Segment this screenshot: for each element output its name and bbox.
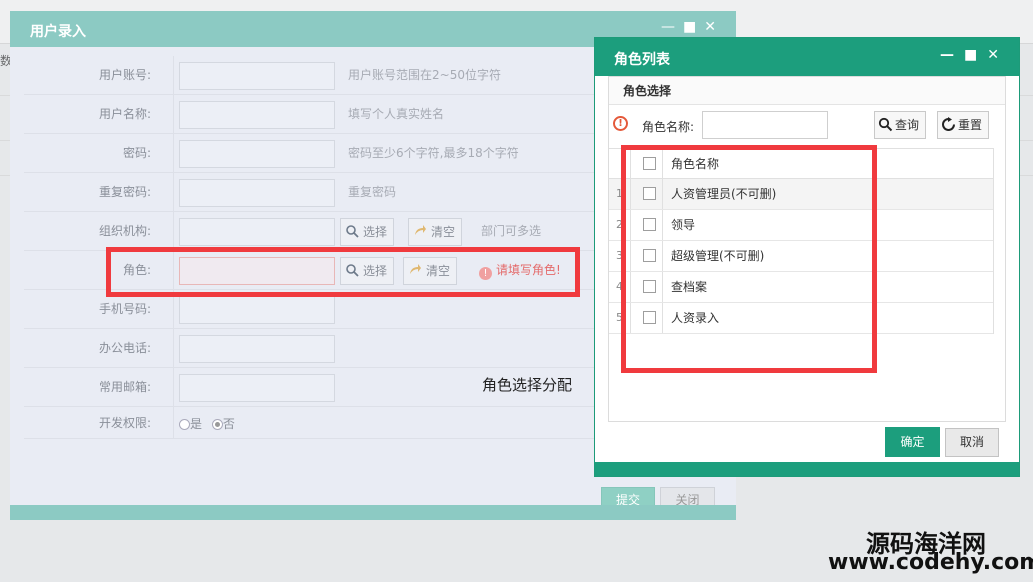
field-hint: 用户账号范围在2~50位字符 xyxy=(348,68,501,82)
dev-permission-radios: 是 否 xyxy=(179,415,235,432)
search-label: 角色名称: xyxy=(642,120,695,134)
annotation-text: 角色选择分配 xyxy=(482,376,573,394)
radio-label: 否 xyxy=(222,417,235,431)
field-hint: 填写个人真实姓名 xyxy=(348,107,445,121)
field-label: 开发权限: xyxy=(24,407,174,439)
minimize-icon[interactable]: — xyxy=(940,47,954,63)
alert-icon: ! xyxy=(613,116,628,131)
password-input[interactable] xyxy=(179,140,335,168)
field-row-account: 用户账号: 用户账号范围在2~50位字符 xyxy=(24,56,644,95)
confirm-button[interactable]: 确定 xyxy=(885,427,940,457)
refresh-icon xyxy=(942,117,955,131)
field-row-dev-permission: 开发权限: 是 否 xyxy=(24,407,644,439)
close-icon[interactable]: ✕ xyxy=(987,47,999,63)
role-dialog-bottom-bar xyxy=(595,462,1019,476)
field-row-username: 用户名称: 填写个人真实姓名 xyxy=(24,95,644,134)
field-hint: 密码至少6个字符,最多18个字符 xyxy=(348,146,519,160)
search-icon xyxy=(346,225,359,238)
maximize-icon[interactable]: ■ xyxy=(964,47,977,63)
maximize-icon[interactable]: ■ xyxy=(683,19,696,35)
button-label: 选择 xyxy=(363,225,388,239)
user-dialog-title: 用户录入 xyxy=(30,24,86,40)
field-row-password: 密码: 密码至少6个字符,最多18个字符 xyxy=(24,134,644,173)
account-input[interactable] xyxy=(179,62,335,90)
office-phone-input[interactable] xyxy=(179,335,335,363)
field-hint: 重复密码 xyxy=(348,185,397,199)
repeat-password-input[interactable] xyxy=(179,179,335,207)
role-dialog-titlebar: 角色列表 — ■ ✕ xyxy=(595,38,1019,76)
query-button[interactable]: 查询 xyxy=(874,111,927,139)
radio-no[interactable] xyxy=(211,419,223,430)
button-label: 查询 xyxy=(895,118,920,132)
button-label: 重置 xyxy=(958,118,983,132)
role-dialog-title: 角色列表 xyxy=(614,52,670,68)
panel-title: 角色选择 xyxy=(609,77,1005,105)
field-row-repeat-password: 重复密码: 重复密码 xyxy=(24,173,644,212)
field-label: 密码: xyxy=(24,134,174,173)
grid-right-border xyxy=(993,148,994,334)
mobile-input[interactable] xyxy=(179,296,335,324)
field-label: 常用邮箱: xyxy=(24,368,174,407)
organization-input[interactable] xyxy=(179,218,335,246)
role-name-search-input[interactable] xyxy=(702,111,828,139)
email-input[interactable] xyxy=(179,374,335,402)
field-row-office-phone: 办公电话: xyxy=(24,329,644,368)
role-row-highlight xyxy=(106,247,580,297)
username-input[interactable] xyxy=(179,101,335,129)
watermark-url: www.codehy.com xyxy=(828,550,1033,575)
undo-icon xyxy=(415,225,426,235)
field-label: 组织机构: xyxy=(24,212,174,251)
close-icon[interactable]: ✕ xyxy=(704,19,716,35)
field-row-organization: 组织机构: 选择 清空 部门可多选 xyxy=(24,212,644,251)
field-label: 用户名称: xyxy=(24,95,174,134)
role-list-highlight xyxy=(621,145,877,373)
button-label: 清空 xyxy=(431,225,456,239)
cancel-button[interactable]: 取消 xyxy=(945,428,999,457)
field-label: 重复密码: xyxy=(24,173,174,212)
field-label: 办公电话: xyxy=(24,329,174,368)
field-hint: 部门可多选 xyxy=(481,224,542,238)
user-dialog-bottom-bar xyxy=(10,505,736,520)
radio-yes[interactable] xyxy=(179,419,190,430)
reset-button[interactable]: 重置 xyxy=(937,111,990,139)
minimize-icon[interactable]: — xyxy=(661,19,675,35)
role-search-row: ! 角色名称: 查询 重置 xyxy=(609,105,1005,145)
organization-clear-button[interactable]: 清空 xyxy=(408,218,463,246)
search-icon xyxy=(878,117,893,132)
organization-select-button[interactable]: 选择 xyxy=(340,218,395,246)
radio-label: 是 xyxy=(190,417,203,431)
field-label: 用户账号: xyxy=(24,56,174,95)
